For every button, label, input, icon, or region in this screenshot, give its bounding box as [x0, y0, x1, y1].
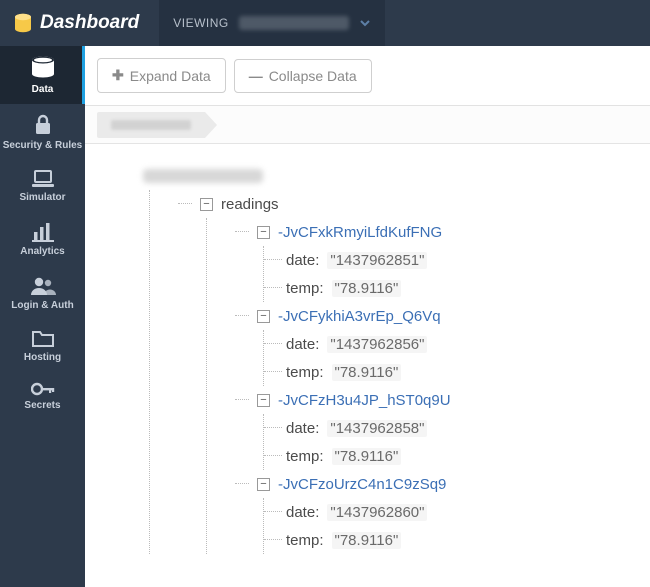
- collapse-toggle-icon[interactable]: −: [257, 394, 270, 407]
- sidebar-item-secrets[interactable]: Secrets: [0, 372, 85, 420]
- tree-leaf[interactable]: temp: "78.9116": [286, 274, 650, 302]
- sidebar-item-label: Login & Auth: [11, 300, 73, 311]
- sidebar-item-label: Simulator: [19, 192, 65, 203]
- entry-key: -JvCFxkRmyiLfdKufFNG: [278, 224, 442, 241]
- breadcrumb: [85, 106, 650, 144]
- sidebar-item-data[interactable]: Data: [0, 46, 85, 104]
- sidebar-item-analytics[interactable]: Analytics: [0, 212, 85, 266]
- leaf-value: "1437962860": [327, 504, 427, 521]
- leaf-value: "78.9116": [332, 364, 402, 381]
- tree-leaf[interactable]: date: "1437962858": [286, 414, 650, 442]
- folder-icon: [31, 330, 55, 348]
- tree-leaf[interactable]: temp: "78.9116": [286, 358, 650, 386]
- tree-leaf[interactable]: temp: "78.9116": [286, 526, 650, 554]
- sidebar-item-label: Data: [32, 84, 54, 95]
- sidebar: Data Security & Rules Simulator Analytic…: [0, 46, 85, 587]
- leaf-value: "1437962856": [327, 336, 427, 353]
- leaf-key: temp:: [286, 280, 324, 297]
- database-logo-icon: [14, 13, 32, 33]
- button-label: Expand Data: [130, 68, 211, 84]
- sidebar-item-label: Security & Rules: [3, 140, 82, 151]
- tree-leaf[interactable]: date: "1437962860": [286, 498, 650, 526]
- leaf-value: "1437962858": [327, 420, 427, 437]
- chevron-down-icon: [359, 17, 371, 29]
- sidebar-item-simulator[interactable]: Simulator: [0, 160, 85, 212]
- sidebar-item-hosting[interactable]: Hosting: [0, 320, 85, 372]
- leaf-key: temp:: [286, 448, 324, 465]
- viewing-label: VIEWING: [173, 16, 229, 30]
- button-label: Collapse Data: [269, 68, 357, 84]
- tree-entry[interactable]: −-JvCFzH3u4JP_hST0q9Udate: "1437962858"t…: [257, 386, 650, 470]
- sidebar-item-label: Hosting: [24, 352, 61, 363]
- logo-area: Dashboard: [0, 12, 153, 34]
- leaf-key: temp:: [286, 532, 324, 549]
- root-key-redacted: [143, 169, 263, 183]
- users-icon: [30, 276, 56, 296]
- collapse-data-button[interactable]: — Collapse Data: [234, 59, 372, 93]
- tree-entry[interactable]: −-JvCFykhiA3vrEp_Q6Vqdate: "1437962856"t…: [257, 302, 650, 386]
- leaf-key: date:: [286, 336, 319, 353]
- plus-icon: ✚: [112, 67, 124, 84]
- collapse-toggle-icon[interactable]: −: [257, 478, 270, 491]
- collapse-toggle-icon[interactable]: −: [200, 198, 213, 211]
- sidebar-item-label: Analytics: [20, 246, 64, 257]
- leaf-key: date:: [286, 504, 319, 521]
- sidebar-item-label: Secrets: [24, 400, 60, 411]
- leaf-key: date:: [286, 252, 319, 269]
- entry-key: -JvCFzH3u4JP_hST0q9U: [278, 392, 451, 409]
- sidebar-item-security[interactable]: Security & Rules: [0, 104, 85, 160]
- tree-node-readings[interactable]: − readings −-JvCFxkRmyiLfdKufFNGdate: "1…: [200, 190, 650, 554]
- tree-entry[interactable]: −-JvCFzoUrzC4n1C9zSq9date: "1437962860"t…: [257, 470, 650, 554]
- leaf-value: "78.9116": [332, 448, 402, 465]
- sidebar-item-login[interactable]: Login & Auth: [0, 266, 85, 320]
- key-icon: [31, 382, 55, 396]
- collapse-toggle-icon[interactable]: −: [257, 310, 270, 323]
- minus-icon: —: [249, 68, 263, 84]
- tree-leaf[interactable]: date: "1437962856": [286, 330, 650, 358]
- app-title: Dashboard: [40, 12, 139, 34]
- tree-leaf[interactable]: temp: "78.9116": [286, 442, 650, 470]
- leaf-key: date:: [286, 420, 319, 437]
- main-panel: ✚ Expand Data — Collapse Data − read: [85, 46, 650, 587]
- collapse-toggle-icon[interactable]: −: [257, 226, 270, 239]
- expand-data-button[interactable]: ✚ Expand Data: [97, 58, 226, 93]
- bar-chart-icon: [32, 222, 54, 242]
- breadcrumb-item[interactable]: [97, 112, 205, 138]
- viewing-value-redacted: [239, 16, 349, 30]
- leaf-value: "1437962851": [327, 252, 427, 269]
- leaf-value: "78.9116": [332, 280, 402, 297]
- entry-key: -JvCFykhiA3vrEp_Q6Vq: [278, 308, 441, 325]
- toolbar: ✚ Expand Data — Collapse Data: [85, 46, 650, 106]
- node-key: readings: [221, 196, 279, 213]
- database-icon: [30, 56, 56, 80]
- breadcrumb-text-redacted: [111, 120, 191, 130]
- tree-leaf[interactable]: date: "1437962851": [286, 246, 650, 274]
- app-header: Dashboard VIEWING: [0, 0, 650, 46]
- leaf-value: "78.9116": [332, 532, 402, 549]
- laptop-icon: [31, 170, 55, 188]
- tree-root[interactable]: [135, 162, 650, 190]
- lock-icon: [33, 114, 53, 136]
- viewing-selector[interactable]: VIEWING: [159, 0, 385, 46]
- leaf-key: temp:: [286, 364, 324, 381]
- data-tree: − readings −-JvCFxkRmyiLfdKufFNGdate: "1…: [85, 144, 650, 587]
- entry-key: -JvCFzoUrzC4n1C9zSq9: [278, 476, 446, 493]
- tree-entry[interactable]: −-JvCFxkRmyiLfdKufFNGdate: "1437962851"t…: [257, 218, 650, 302]
